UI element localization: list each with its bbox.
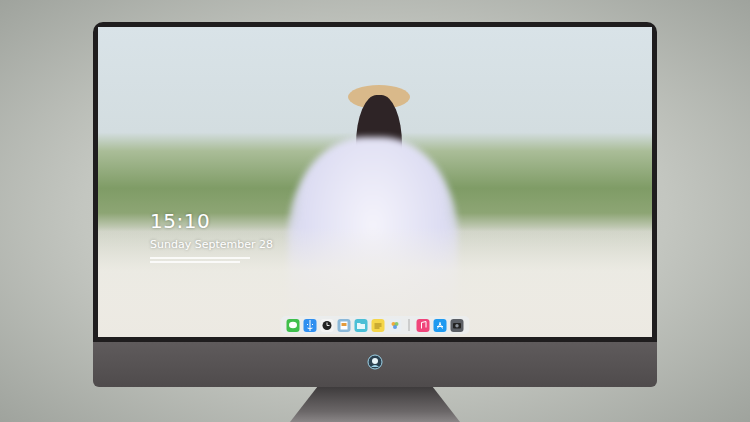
- monitor-bezel: 15:10 Sunday September 28: [93, 22, 657, 342]
- clock-time: 15:10: [150, 209, 273, 233]
- photos-icon[interactable]: [389, 319, 402, 332]
- clock-date: Sunday September 28: [150, 237, 273, 252]
- files-icon[interactable]: [355, 319, 368, 332]
- monitor: 15:10 Sunday September 28: [93, 22, 657, 387]
- brand-logo-icon: [367, 354, 383, 370]
- lock-screen: 15:10 Sunday September 28: [98, 27, 652, 337]
- clock-widget: 15:10 Sunday September 28: [150, 209, 273, 263]
- preview-icon[interactable]: [338, 319, 351, 332]
- appstore-icon[interactable]: [434, 319, 447, 332]
- clock-icon[interactable]: [321, 319, 334, 332]
- monitor-stand: [290, 387, 460, 422]
- messages-icon[interactable]: [287, 319, 300, 332]
- desktop-backdrop: 15:10 Sunday September 28: [0, 0, 750, 422]
- wallpaper-photo: [98, 27, 652, 337]
- music-icon[interactable]: [417, 319, 430, 332]
- dock: [281, 316, 470, 334]
- monitor-chin: [93, 342, 657, 387]
- notes-icon[interactable]: [372, 319, 385, 332]
- dock-separator: [409, 319, 410, 331]
- finder-icon[interactable]: [304, 319, 317, 332]
- camera-icon[interactable]: [451, 319, 464, 332]
